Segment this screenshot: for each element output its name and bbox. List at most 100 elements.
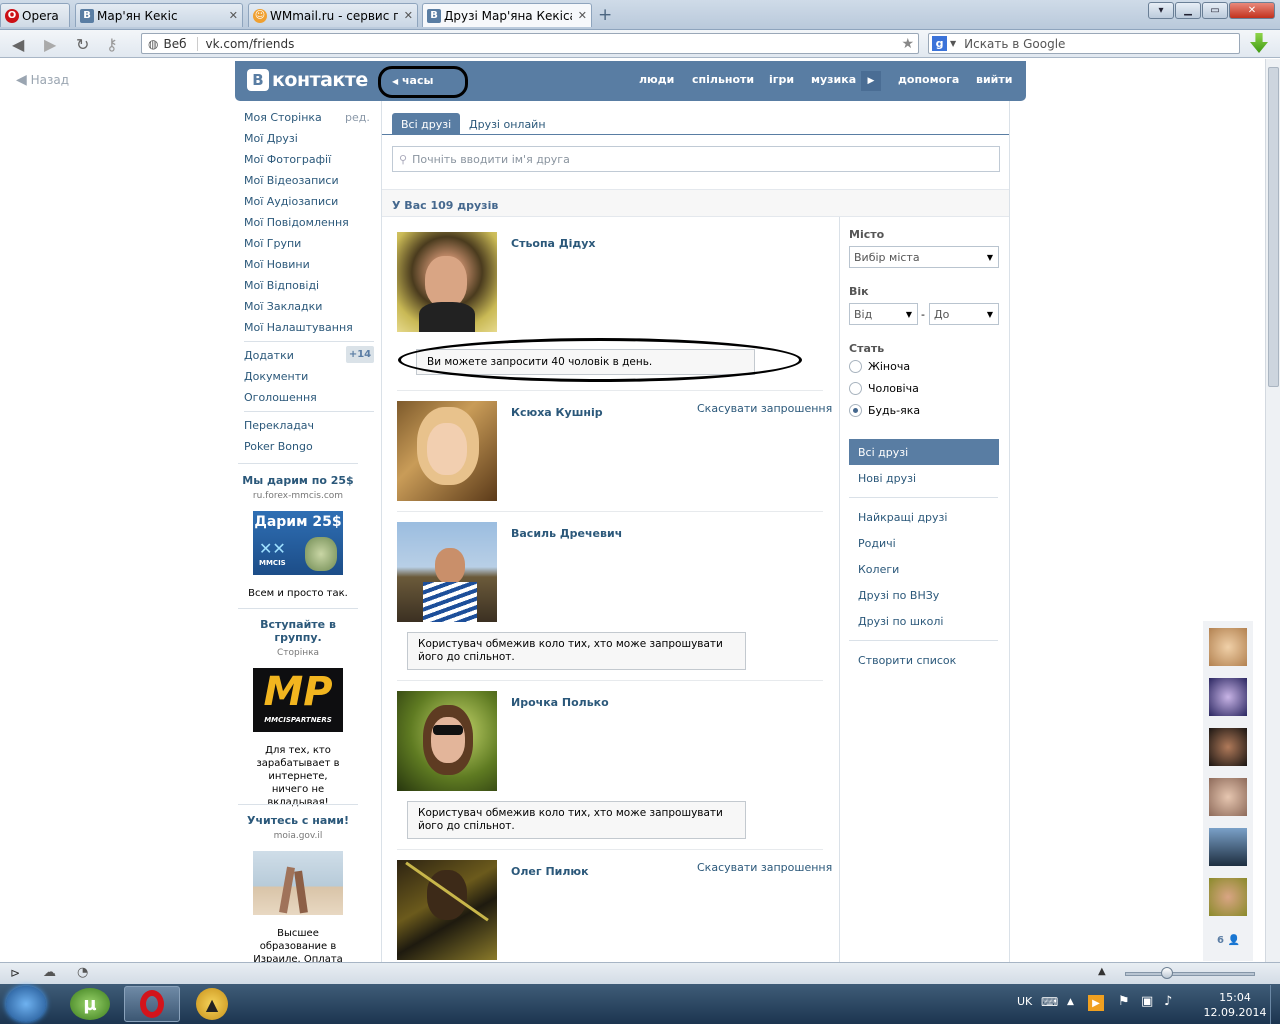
network-icon[interactable]: ▣ bbox=[1141, 994, 1153, 1009]
cloud-icon[interactable]: ☁ bbox=[43, 965, 56, 980]
tab-close-icon[interactable]: ✕ bbox=[578, 9, 587, 22]
start-button-icon[interactable] bbox=[6, 986, 46, 1022]
nav-help[interactable]: допомога bbox=[898, 73, 959, 86]
age-to-select[interactable]: До ▼ bbox=[929, 303, 999, 325]
menu-my-messages[interactable]: Мої Повідомлення bbox=[244, 216, 349, 229]
friend-photo[interactable] bbox=[397, 691, 497, 791]
ad-3-beach-image[interactable] bbox=[253, 851, 343, 915]
nav-music[interactable]: музика bbox=[811, 73, 856, 86]
menu-my-settings[interactable]: Мої Налаштування bbox=[244, 321, 353, 334]
friend-photo[interactable] bbox=[397, 232, 497, 332]
nav-logout[interactable]: вийти bbox=[976, 73, 1012, 86]
friend-name[interactable]: Василь Дречевич bbox=[511, 527, 622, 540]
menu-my-page[interactable]: Моя Сторінка bbox=[244, 111, 322, 124]
tab-online-friends[interactable]: Друзі онлайн bbox=[460, 113, 555, 135]
sex-radio-female[interactable]: Жіноча bbox=[849, 360, 910, 373]
list-new-friends[interactable]: Нові друзі bbox=[858, 472, 916, 485]
age-from-select[interactable]: Від ▼ bbox=[849, 303, 918, 325]
strip-avatar[interactable] bbox=[1209, 828, 1247, 866]
menu-my-friends[interactable]: Мої Друзі bbox=[244, 132, 298, 145]
reload-icon[interactable]: ↻ bbox=[76, 35, 89, 54]
panel-toggle-icon[interactable]: ⊳ bbox=[10, 966, 20, 980]
tab-all-friends[interactable]: Всі друзі bbox=[392, 113, 461, 135]
zoom-slider[interactable] bbox=[1125, 972, 1255, 976]
friend-search-input[interactable]: ⚲ Почніть вводити ім'я друга bbox=[392, 146, 1000, 172]
friend-name[interactable]: Стьопа Дідух bbox=[511, 237, 596, 250]
bookmark-star-icon[interactable]: ★ bbox=[901, 36, 914, 52]
edit-link[interactable]: ред. bbox=[345, 111, 370, 124]
list-university-friends[interactable]: Друзі по ВНЗу bbox=[858, 589, 939, 602]
url-field[interactable]: ◍ Веб vk.com/friends ★ bbox=[141, 33, 919, 54]
browser-tab-2[interactable]: ☺ WMmail.ru - сервис п... ✕ bbox=[248, 3, 418, 27]
friend-photo[interactable] bbox=[397, 401, 497, 501]
menu-my-bookmarks[interactable]: Мої Закладки bbox=[244, 300, 322, 313]
maximize-icon[interactable]: ▭ bbox=[1202, 2, 1228, 19]
keyboard-icon[interactable]: ⌨ bbox=[1041, 995, 1058, 1009]
menu-my-answers[interactable]: Мої Відповіді bbox=[244, 279, 319, 292]
sex-radio-any[interactable]: Будь-яка bbox=[849, 404, 920, 417]
back-arrow-icon[interactable]: ◀ bbox=[12, 35, 24, 54]
create-list-link[interactable]: Створити список bbox=[858, 654, 956, 667]
tray-expand-icon[interactable]: ▲ bbox=[1067, 997, 1074, 1007]
forward-arrow-icon[interactable]: ▶ bbox=[44, 35, 56, 54]
strip-avatar[interactable] bbox=[1209, 628, 1247, 666]
menu-poker-bongo[interactable]: Poker Bongo bbox=[244, 440, 313, 453]
menu-apps[interactable]: Додатки bbox=[244, 349, 294, 362]
menu-my-photos[interactable]: Мої Фотографії bbox=[244, 153, 331, 166]
zoom-slider-handle[interactable] bbox=[1161, 967, 1173, 979]
new-tab-icon[interactable]: + bbox=[598, 5, 612, 25]
menu-my-groups[interactable]: Мої Групи bbox=[244, 237, 301, 250]
menu-documents[interactable]: Документи bbox=[244, 370, 308, 383]
speed-dial-icon[interactable]: ◔ bbox=[77, 965, 88, 980]
opera-taskbar-button[interactable] bbox=[124, 986, 180, 1022]
friend-name[interactable]: Ирочка Полько bbox=[511, 696, 609, 709]
browser-tab-1[interactable]: B Мар'ян Кекіс ✕ bbox=[75, 3, 243, 27]
ad-1-title[interactable]: Мы дарим по 25$ bbox=[238, 474, 358, 487]
browser-tab-3[interactable]: B Друзі Мар'яна Кекіса |... ✕ bbox=[422, 3, 592, 27]
nav-people[interactable]: люди bbox=[639, 73, 674, 86]
strip-avatar[interactable] bbox=[1209, 678, 1247, 716]
page-scrollbar[interactable] bbox=[1265, 59, 1280, 962]
strip-avatar[interactable] bbox=[1209, 778, 1247, 816]
tab-close-icon[interactable]: ✕ bbox=[229, 9, 238, 22]
strip-avatar[interactable] bbox=[1209, 878, 1247, 916]
ad-2-image[interactable]: MP MMCISPARTNERS bbox=[253, 668, 343, 732]
tab-list-icon[interactable]: ▾ bbox=[1148, 2, 1174, 19]
menu-ads[interactable]: Оголошення bbox=[244, 391, 317, 404]
menu-my-news[interactable]: Мої Новини bbox=[244, 258, 310, 271]
apps-count-badge[interactable]: +14 bbox=[346, 346, 374, 363]
city-select[interactable]: Вибір міста ▼ bbox=[849, 246, 999, 268]
close-window-icon[interactable]: ✕ bbox=[1229, 2, 1275, 19]
ad-2-title[interactable]: Вступайте в группу. bbox=[238, 618, 358, 644]
friend-name[interactable]: Ксюха Кушнір bbox=[511, 406, 603, 419]
sex-radio-male[interactable]: Чоловіча bbox=[849, 382, 919, 395]
key-icon[interactable]: ⚷ bbox=[106, 35, 118, 54]
nav-games[interactable]: ігри bbox=[769, 73, 794, 86]
flag-icon[interactable]: ⚑ bbox=[1118, 994, 1130, 1009]
cancel-invite-link[interactable]: Скасувати запрошення bbox=[697, 402, 832, 415]
opera-menu-button[interactable]: O Opera bbox=[0, 3, 70, 27]
scrollbar-thumb[interactable] bbox=[1268, 67, 1279, 387]
strip-friend-count[interactable]: 6 👤 bbox=[1217, 935, 1240, 946]
list-relatives[interactable]: Родичі bbox=[858, 537, 896, 550]
volume-icon[interactable]: ♪ bbox=[1164, 994, 1172, 1009]
strip-avatar[interactable] bbox=[1209, 728, 1247, 766]
tray-clock[interactable]: 15:04 12.09.2014 bbox=[1200, 990, 1270, 1020]
friend-photo[interactable] bbox=[397, 860, 497, 960]
list-school-friends[interactable]: Друзі по школі bbox=[858, 615, 943, 628]
friend-name[interactable]: Олег Пилюк bbox=[511, 865, 589, 878]
vk-logo[interactable]: В контакте bbox=[247, 69, 368, 91]
player-tray-icon[interactable]: ▶ bbox=[1088, 995, 1104, 1011]
download-icon[interactable] bbox=[1250, 33, 1268, 53]
utorrent-icon[interactable]: µ bbox=[70, 988, 110, 1020]
cancel-invite-link[interactable]: Скасувати запрошення bbox=[697, 861, 832, 874]
back-link[interactable]: ◀ Назад bbox=[16, 72, 69, 88]
nav-more-arrow-icon[interactable]: ▶ bbox=[861, 71, 881, 91]
aimp-icon[interactable]: ▲ bbox=[196, 988, 228, 1020]
language-indicator[interactable]: UK bbox=[1017, 995, 1032, 1008]
search-field[interactable]: g ▼ Искать в Google bbox=[928, 33, 1240, 54]
show-desktop-button[interactable] bbox=[1270, 985, 1280, 1024]
list-best-friends[interactable]: Найкращі друзі bbox=[858, 511, 947, 524]
minimize-icon[interactable]: ▁ bbox=[1175, 2, 1201, 19]
chevron-down-icon[interactable]: ▼ bbox=[950, 39, 956, 48]
